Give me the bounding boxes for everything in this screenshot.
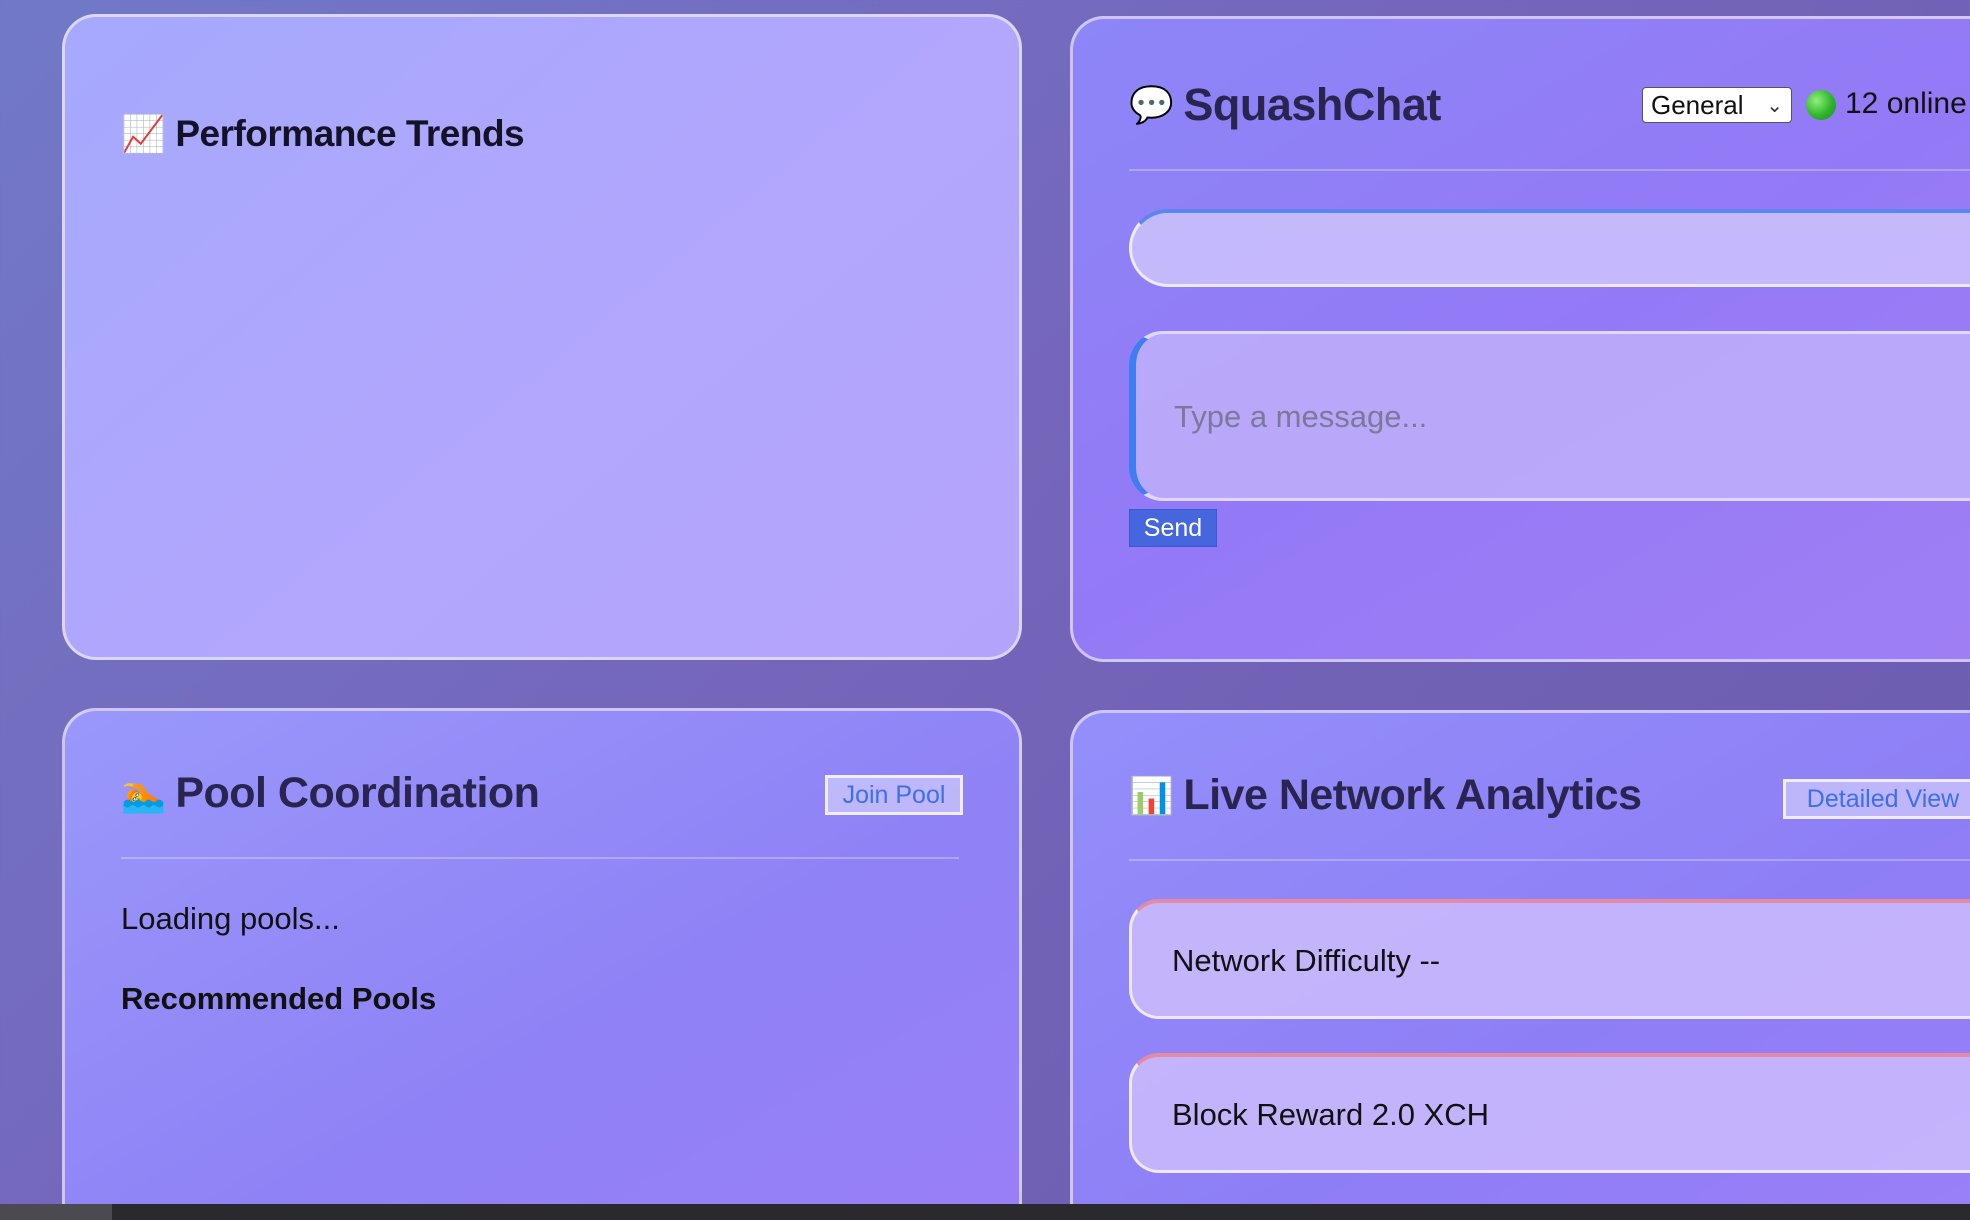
bar-chart-icon: 📊	[1129, 774, 1174, 816]
network-analytics-label: Live Network Analytics	[1183, 771, 1642, 819]
squashchat-title: 💬 SquashChat	[1129, 79, 1441, 131]
squashchat-card: 💬 SquashChat General ⌄ 12 online Type a …	[1070, 16, 1970, 662]
swimmer-icon: 🏊	[121, 772, 166, 814]
message-input[interactable]: Type a message...	[1129, 331, 1970, 501]
channel-select[interactable]: General ⌄	[1642, 87, 1792, 123]
online-count: 12 online	[1845, 87, 1967, 120]
speech-bubble-icon: 💬	[1129, 84, 1174, 125]
pool-coordination-label: Pool Coordination	[175, 769, 540, 817]
chart-increasing-icon: 📈	[121, 113, 166, 154]
chevron-down-icon: ⌄	[1766, 94, 1783, 117]
channel-select-value: General	[1651, 89, 1744, 120]
performance-trends-card: 📈 Performance Trends	[62, 14, 1022, 660]
network-analytics-card: 📊 Live Network Analytics Detailed View N…	[1070, 710, 1970, 1220]
recommended-pools-heading: Recommended Pools	[121, 981, 437, 1016]
performance-trends-label: Performance Trends	[175, 113, 525, 154]
pool-loading-text: Loading pools...	[121, 901, 340, 936]
scrollbar-thumb[interactable]	[0, 1204, 112, 1220]
chat-header-divider	[1129, 169, 1970, 171]
detailed-view-button[interactable]: Detailed View	[1783, 779, 1970, 819]
squashchat-label: SquashChat	[1183, 79, 1441, 130]
pool-header-divider	[121, 857, 959, 859]
join-pool-button[interactable]: Join Pool	[825, 775, 963, 815]
horizontal-scrollbar[interactable]	[0, 1204, 1970, 1220]
performance-trends-title: 📈 Performance Trends	[121, 113, 525, 155]
network-difficulty-stat: Network Difficulty --	[1129, 899, 1970, 1019]
send-button[interactable]: Send	[1129, 509, 1217, 547]
online-status-icon	[1806, 90, 1836, 120]
chat-messages-area[interactable]	[1129, 209, 1970, 287]
network-analytics-title: 📊 Live Network Analytics	[1129, 771, 1642, 820]
pool-coordination-title: 🏊 Pool Coordination	[121, 769, 540, 818]
block-reward-stat: Block Reward 2.0 XCH	[1129, 1053, 1970, 1173]
network-header-divider	[1129, 859, 1970, 861]
pool-coordination-card: 🏊 Pool Coordination Join Pool Loading po…	[62, 708, 1022, 1220]
message-input-placeholder: Type a message...	[1174, 399, 1428, 434]
